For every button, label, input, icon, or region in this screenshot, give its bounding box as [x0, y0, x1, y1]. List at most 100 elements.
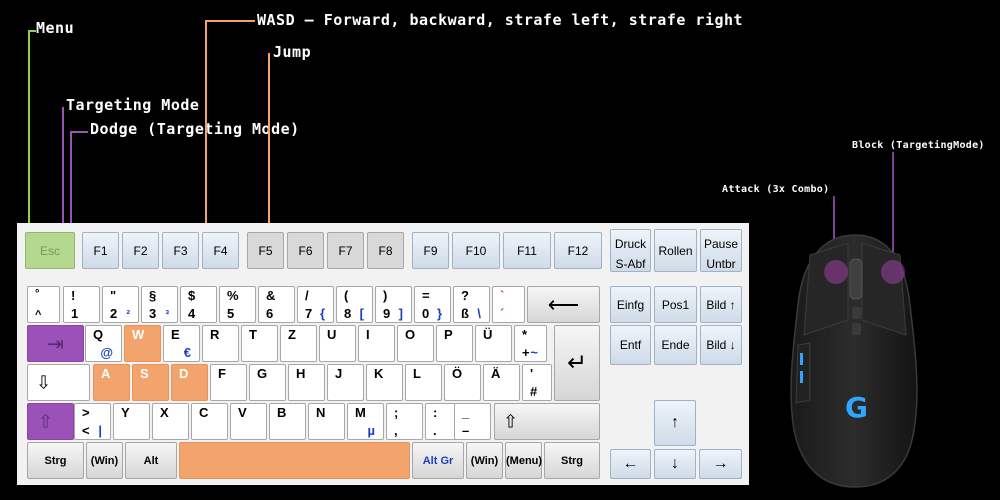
key-1[interactable]: ! 1 — [63, 286, 100, 323]
keyboard-layout: Esc F1 F2 F3 F4 F5 F6 F7 F8 F9 F10 F11 F… — [17, 223, 749, 485]
attack-annotation: Attack (3x Combo) — [722, 184, 830, 195]
svg-text:G: G — [845, 391, 868, 424]
key-minus[interactable]: _ – — [454, 403, 491, 440]
key-a[interactable]: A — [93, 364, 130, 401]
key-enter[interactable]: ↵ — [554, 325, 600, 401]
key-scroll-lock[interactable]: Rollen — [654, 229, 697, 272]
key-f4[interactable]: F4 — [202, 232, 239, 269]
key-y[interactable]: Y — [113, 403, 150, 440]
key-plus[interactable]: * + ~ — [514, 325, 547, 362]
key-f9[interactable]: F9 — [412, 232, 449, 269]
key-tab[interactable]: ⇥ — [27, 325, 84, 362]
key-x[interactable]: X — [152, 403, 189, 440]
menu-annotation: Menu — [36, 19, 75, 37]
key-backspace[interactable]: ⟵ — [527, 286, 600, 323]
key-caret[interactable]: ° ^ — [27, 286, 60, 323]
key-arrow-up[interactable]: ↑ — [654, 400, 696, 446]
key-8[interactable]: (8[ — [336, 286, 373, 323]
key-esc[interactable]: Esc — [25, 232, 75, 269]
targeting-mode-annotation: Targeting Mode — [66, 96, 200, 114]
key-right-ctrl[interactable]: Strg — [544, 442, 600, 479]
key-accent[interactable]: ` ´ — [492, 286, 525, 323]
dodge-leader-line — [70, 131, 88, 133]
key-f5[interactable]: F5 — [247, 232, 284, 269]
key-print[interactable]: Druck S-Abf — [610, 229, 651, 272]
key-f8[interactable]: F8 — [367, 232, 404, 269]
key-f[interactable]: F — [210, 364, 247, 401]
key-left-ctrl[interactable]: Strg — [27, 442, 84, 479]
key-f10[interactable]: F10 — [452, 232, 500, 269]
key-ae[interactable]: Ä — [483, 364, 520, 401]
key-f12[interactable]: F12 — [554, 232, 602, 269]
key-k[interactable]: K — [366, 364, 403, 401]
key-7[interactable]: /7{ — [297, 286, 334, 323]
key-c[interactable]: C — [191, 403, 228, 440]
key-5[interactable]: % 5 — [219, 286, 256, 323]
key-j[interactable]: J — [327, 364, 364, 401]
key-hash[interactable]: ' # — [522, 364, 552, 401]
key-w[interactable]: W — [124, 325, 161, 362]
key-arrow-right[interactable]: → — [699, 449, 742, 479]
key-oe[interactable]: Ö — [444, 364, 481, 401]
key-s[interactable]: S — [132, 364, 169, 401]
key-v[interactable]: V — [230, 403, 267, 440]
key-o[interactable]: O — [397, 325, 434, 362]
key-f6[interactable]: F6 — [287, 232, 324, 269]
key-9[interactable]: ) 9] — [375, 286, 412, 323]
key-r[interactable]: R — [202, 325, 239, 362]
block-annotation: Block (TargetingMode) — [852, 140, 985, 151]
key-4[interactable]: $4 — [180, 286, 217, 323]
wasd-annotation: WASD – Forward, backward, strafe left, s… — [257, 11, 744, 29]
key-d[interactable]: D — [171, 364, 208, 401]
key-arrow-down[interactable]: ↓ — [654, 449, 696, 479]
key-left-shift[interactable]: ⇧ — [27, 403, 74, 440]
key-n[interactable]: N — [308, 403, 345, 440]
key-ue[interactable]: Ü — [475, 325, 512, 362]
key-l[interactable]: L — [405, 364, 442, 401]
wasd-leader-line — [205, 20, 255, 22]
key-t[interactable]: T — [241, 325, 278, 362]
key-sz[interactable]: ? ß \ — [453, 286, 490, 323]
key-f2[interactable]: F2 — [122, 232, 159, 269]
key-e[interactable]: E € — [163, 325, 200, 362]
key-right-shift[interactable]: ⇧ — [494, 403, 600, 440]
key-page-up[interactable]: Bild ↑ — [700, 286, 742, 323]
key-u[interactable]: U — [319, 325, 356, 362]
key-i[interactable]: I — [358, 325, 395, 362]
menu-leader-line-vertical — [28, 30, 30, 252]
key-less-than[interactable]: > < | — [74, 403, 111, 440]
gaming-mouse: G — [780, 225, 930, 490]
key-g[interactable]: G — [249, 364, 286, 401]
key-q[interactable]: Q @ — [85, 325, 122, 362]
key-pause[interactable]: Pause Untbr — [700, 229, 742, 272]
key-3[interactable]: § 3 ³ — [141, 286, 178, 323]
key-f1[interactable]: F1 — [82, 232, 119, 269]
key-insert[interactable]: Einfg — [610, 286, 651, 323]
key-alt-gr[interactable]: Alt Gr — [412, 442, 464, 479]
key-page-down[interactable]: Bild ↓ — [700, 325, 742, 365]
key-m[interactable]: Mµ — [347, 403, 384, 440]
key-h[interactable]: H — [288, 364, 325, 401]
key-end[interactable]: Ende — [654, 325, 697, 365]
key-b[interactable]: B — [269, 403, 306, 440]
key-f7[interactable]: F7 — [327, 232, 364, 269]
key-6[interactable]: & 6 — [258, 286, 295, 323]
mouse-image: G — [790, 234, 918, 488]
key-arrow-left[interactable]: ← — [610, 449, 651, 479]
jump-annotation: Jump — [273, 43, 312, 61]
key-comma[interactable]: ;, — [386, 403, 423, 440]
key-right-win[interactable]: (Win) — [466, 442, 503, 479]
key-p[interactable]: P — [436, 325, 473, 362]
key-f11[interactable]: F11 — [503, 232, 551, 269]
key-2[interactable]: " 2 ² — [102, 286, 139, 323]
key-home[interactable]: Pos1 — [654, 286, 697, 323]
key-z[interactable]: Z — [280, 325, 317, 362]
key-alt[interactable]: Alt — [125, 442, 177, 479]
key-caps-lock[interactable]: ⇩ — [27, 364, 90, 401]
key-left-win[interactable]: (Win) — [86, 442, 123, 479]
key-menu[interactable]: (Menu) — [505, 442, 542, 479]
key-f3[interactable]: F3 — [162, 232, 199, 269]
key-delete[interactable]: Entf — [610, 325, 651, 365]
key-space[interactable] — [179, 442, 410, 479]
key-0[interactable]: = 0} — [414, 286, 451, 323]
